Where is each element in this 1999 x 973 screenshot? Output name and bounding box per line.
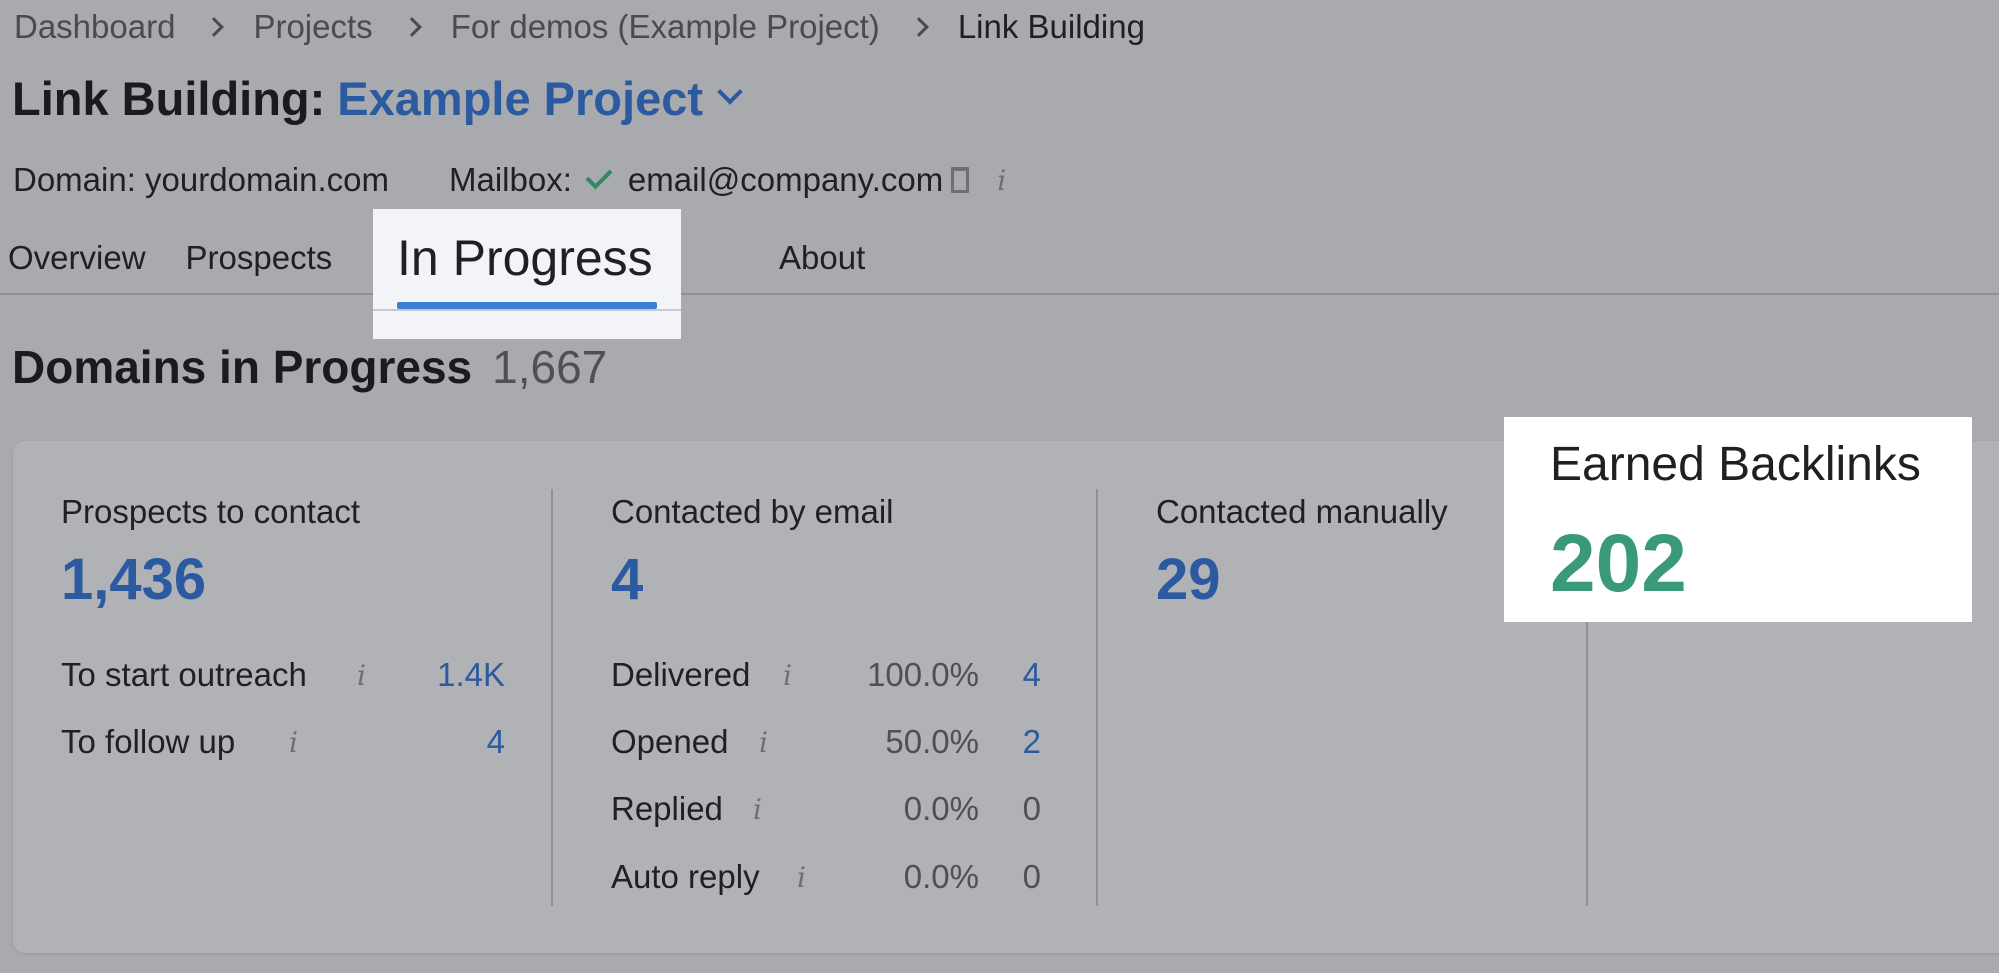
tab-overview[interactable]: Overview (8, 239, 146, 277)
column-divider (551, 489, 553, 906)
mailbox-label: Mailbox: (449, 161, 572, 198)
manual-value[interactable]: 29 (1156, 546, 1221, 613)
row-count[interactable]: 4 (1023, 656, 1041, 694)
info-icon[interactable]: i (997, 164, 1006, 197)
list-item: Auto reply i 0.0% 0 (611, 858, 1041, 898)
project-meta: Domain: yourdomain.com Mailbox: email@co… (13, 160, 1006, 200)
info-icon[interactable]: i (289, 723, 298, 763)
row-count: 0 (1022, 858, 1041, 895)
list-item: To start outreach i 1.4K (61, 656, 505, 696)
project-selector[interactable]: Example Project (337, 71, 703, 126)
check-icon (585, 162, 613, 190)
row-count[interactable]: 4 (487, 723, 505, 761)
tab-in-progress[interactable]: In Progress (373, 209, 681, 339)
breadcrumb-project[interactable]: For demos (Example Project) (451, 8, 880, 46)
page-title: Link Building: Example Project (12, 70, 743, 126)
earned-backlinks-card: Earned Backlinks 202 (1504, 417, 1972, 622)
earned-backlinks-label: Earned Backlinks (1550, 438, 1921, 491)
manual-label: Contacted manually (1156, 493, 1448, 530)
row-label: Opened (611, 723, 729, 760)
row-label: To start outreach (61, 656, 307, 693)
column-divider (1096, 489, 1098, 906)
row-label: Delivered (611, 656, 751, 693)
page-title-prefix: Link Building: (12, 71, 326, 125)
tab-bar-divider (0, 293, 1999, 295)
section-title: Domains in Progress (12, 341, 473, 393)
tab-prospects[interactable]: Prospects (186, 239, 333, 277)
row-count[interactable]: 1.4K (437, 656, 505, 694)
list-item: Replied i 0.0% 0 (611, 790, 1041, 830)
row-count[interactable]: 2 (1023, 723, 1041, 761)
prospects-value[interactable]: 1,436 (61, 546, 206, 613)
row-percent: 0.0% (903, 790, 979, 827)
row-percent: 50.0% (885, 723, 979, 760)
email-value[interactable]: 4 (611, 546, 643, 613)
chevron-right-icon (207, 15, 221, 39)
email-label: Contacted by email (611, 493, 894, 530)
row-percent: 0.0% (903, 858, 979, 895)
chevron-right-icon (912, 15, 926, 39)
tab-in-progress-label: In Progress (397, 230, 653, 286)
breadcrumb-projects[interactable]: Projects (253, 8, 372, 46)
list-item: To follow up i 4 (61, 723, 505, 763)
breadcrumb-current: Link Building (957, 8, 1145, 45)
section-heading: Domains in Progress 1,667 (12, 340, 607, 394)
list-item: Opened i 50.0% 2 (611, 723, 1041, 763)
breadcrumb-dashboard[interactable]: Dashboard (14, 8, 175, 46)
info-icon[interactable]: i (797, 858, 806, 898)
info-icon[interactable]: i (753, 790, 762, 830)
prospects-label: Prospects to contact (61, 493, 360, 530)
section-count: 1,667 (492, 341, 608, 393)
row-percent: 100.0% (867, 656, 979, 693)
chevron-down-icon[interactable] (717, 79, 743, 105)
breadcrumb: Dashboard Projects For demos (Example Pr… (14, 6, 1145, 48)
tab-about[interactable]: About (779, 239, 865, 277)
earned-backlinks-value[interactable]: 202 (1550, 517, 1687, 611)
row-label: Replied (611, 790, 723, 827)
info-icon[interactable]: i (783, 656, 792, 696)
active-tab-indicator (397, 302, 657, 309)
trash-icon[interactable] (951, 167, 970, 193)
info-icon[interactable]: i (357, 656, 366, 696)
info-icon[interactable]: i (759, 723, 768, 763)
mailbox-info: Mailbox: email@company.com i (449, 161, 1006, 199)
tab-bar: Overview Prospects itor About (8, 236, 865, 280)
domain-label: Domain: yourdomain.com (13, 161, 389, 198)
chevron-right-icon (405, 15, 419, 39)
tab-baseline (373, 309, 681, 311)
list-item: Delivered i 100.0% 4 (611, 656, 1041, 696)
mailbox-email: email@company.com (627, 161, 944, 198)
row-label: Auto reply (611, 858, 760, 895)
row-label: To follow up (61, 723, 236, 760)
row-count: 0 (1022, 790, 1041, 827)
